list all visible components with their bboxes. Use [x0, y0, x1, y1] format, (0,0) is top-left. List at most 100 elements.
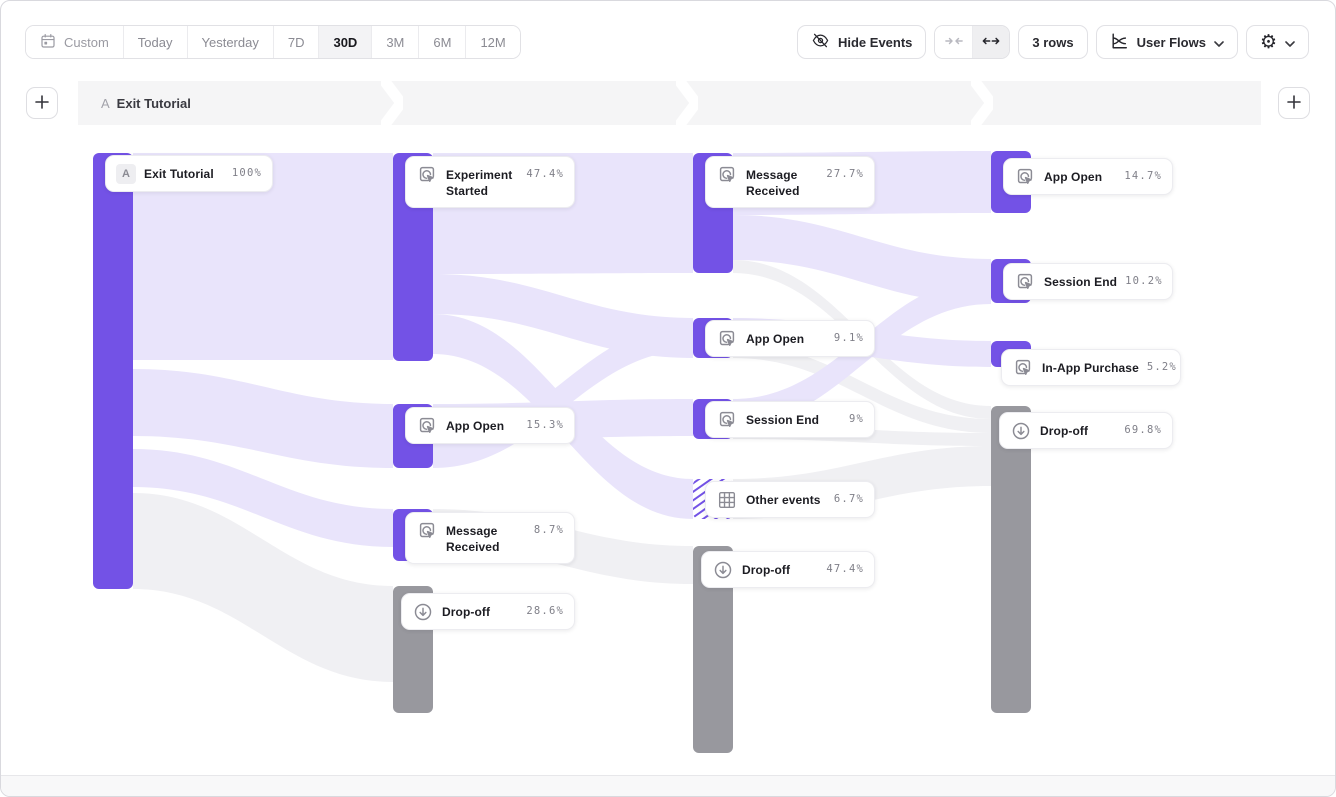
event-icon [716, 328, 738, 350]
date-range-custom[interactable]: Custom [26, 26, 124, 58]
date-range-7d[interactable]: 7D [274, 26, 320, 58]
step-title: Exit Tutorial [117, 96, 191, 111]
collapse-expand-toggle [934, 25, 1010, 59]
calendar-icon [40, 33, 56, 52]
arrows-expand-icon [982, 35, 1000, 50]
node-label: Message Received [746, 164, 818, 199]
event-icon [416, 520, 438, 542]
event-icon [1014, 271, 1036, 293]
toolbar: Custom Today Yesterday 7D 30D 3M 6M 12M … [25, 25, 1309, 59]
date-range-label: Custom [64, 35, 109, 50]
date-range-label: 3M [386, 35, 404, 50]
hide-events-label: Hide Events [838, 35, 912, 50]
step-separator-chevron [381, 81, 403, 125]
node-card-message-received-step2[interactable]: Message Received27.7% [705, 156, 875, 208]
node-percentage: 9.1% [834, 328, 864, 344]
date-range-12m[interactable]: 12M [466, 26, 519, 58]
node-card-drop-off-step3[interactable]: Drop-off 69.8% [999, 412, 1173, 449]
node-percentage: 6.7% [834, 489, 864, 505]
chevron-down-icon [1285, 35, 1295, 50]
step-separator-chevron [971, 81, 993, 125]
date-range-today[interactable]: Today [124, 26, 188, 58]
step-letter-badge: A [116, 164, 136, 184]
add-step-right-button[interactable] [1278, 87, 1310, 119]
settings-dropdown[interactable]: ⚙ [1246, 25, 1309, 59]
event-icon [716, 409, 738, 431]
node-card-in-app-purchase-step3[interactable]: In-App Purchase 5.2% [1001, 349, 1181, 386]
date-range-label: 6M [433, 35, 451, 50]
bottom-strip [1, 775, 1335, 796]
drop-off-icon [1010, 420, 1032, 442]
user-flows-app: Custom Today Yesterday 7D 30D 3M 6M 12M … [0, 0, 1336, 797]
plus-icon [35, 95, 49, 112]
node-card-other-events-step2[interactable]: Other events 6.7% [705, 481, 875, 518]
grid-icon [716, 489, 738, 511]
node-card-session-end-step2[interactable]: Session End9% [705, 401, 875, 438]
node-percentage: 8.7% [534, 520, 564, 536]
node-label: Drop-off [1040, 420, 1088, 439]
date-range-label: Today [138, 35, 173, 50]
node-label: App Open [746, 328, 804, 347]
date-range-6m[interactable]: 6M [419, 26, 466, 58]
node-label: App Open [446, 415, 504, 434]
node-label: Session End [1044, 271, 1117, 290]
rows-button[interactable]: 3 rows [1018, 25, 1087, 59]
node-percentage: 9% [849, 409, 864, 425]
node-percentage: 15.3% [526, 415, 564, 431]
node-label: Other events [746, 489, 821, 508]
node-label: Experiment Started [446, 164, 518, 199]
step-badge: A [101, 96, 110, 111]
node-card-exit-tutorial-step0[interactable]: A Exit Tutorial 100% [105, 155, 273, 192]
node-percentage: 10.2% [1125, 271, 1163, 287]
node-percentage: 69.8% [1124, 420, 1162, 436]
flow-chart-icon [1110, 32, 1129, 53]
event-icon [416, 415, 438, 437]
date-range-label: 7D [288, 35, 305, 50]
add-step-left-button[interactable] [26, 87, 58, 119]
event-icon [716, 164, 738, 186]
node-label: Drop-off [442, 601, 490, 620]
node-label: App Open [1044, 166, 1102, 185]
node-percentage: 5.2% [1147, 357, 1177, 373]
eye-off-icon [811, 31, 830, 53]
node-card-drop-off-step1[interactable]: Drop-off28.6% [401, 593, 575, 630]
date-range-label: Yesterday [202, 35, 259, 50]
event-icon [416, 164, 438, 186]
node-card-drop-off-step2[interactable]: Drop-off47.4% [701, 551, 875, 588]
node-label: Message Received [446, 520, 526, 555]
node-card-experiment-started-step1[interactable]: Experiment Started 47.4% [405, 156, 575, 208]
gear-icon: ⚙ [1260, 33, 1277, 52]
node-percentage: 47.4% [826, 559, 864, 575]
arrows-collapse-icon [945, 35, 963, 50]
date-range-label: 30D [333, 35, 357, 50]
node-card-app-open-step3[interactable]: App Open 14.7% [1003, 158, 1173, 195]
node-label: In-App Purchase [1042, 357, 1139, 376]
drop-off-icon [712, 559, 734, 581]
hide-events-button[interactable]: Hide Events [797, 25, 926, 59]
collapse-columns-button[interactable] [935, 26, 972, 58]
node-label: Exit Tutorial [144, 163, 214, 182]
step-band: A Exit Tutorial [78, 81, 1261, 125]
chart-type-dropdown[interactable]: User Flows [1096, 25, 1238, 59]
node-card-message-received-step1[interactable]: Message Received 8.7% [405, 512, 575, 564]
node-percentage: 14.7% [1124, 166, 1162, 182]
node-percentage: 100% [232, 163, 262, 179]
node-card-session-end-step3[interactable]: Session End 10.2% [1003, 263, 1173, 300]
chart-type-label: User Flows [1137, 35, 1206, 50]
toolbar-right: Hide Events 3 rows [797, 25, 1309, 59]
date-range-30d[interactable]: 30D [319, 26, 372, 58]
event-icon [1012, 357, 1034, 379]
date-range-label: 12M [480, 35, 505, 50]
step-separator-chevron [676, 81, 698, 125]
node-card-app-open-step1[interactable]: App Open 15.3% [405, 407, 575, 444]
node-percentage: 47.4% [526, 164, 564, 180]
drop-off-icon [412, 601, 434, 623]
node-card-app-open-step2[interactable]: App Open 9.1% [705, 320, 875, 357]
plus-icon [1287, 95, 1301, 112]
step-header: A Exit Tutorial [1, 81, 1335, 125]
date-range-yesterday[interactable]: Yesterday [188, 26, 274, 58]
date-range-picker: Custom Today Yesterday 7D 30D 3M 6M 12M [25, 25, 521, 59]
expand-columns-button[interactable] [972, 26, 1009, 58]
date-range-3m[interactable]: 3M [372, 26, 419, 58]
chevron-down-icon [1214, 35, 1224, 50]
